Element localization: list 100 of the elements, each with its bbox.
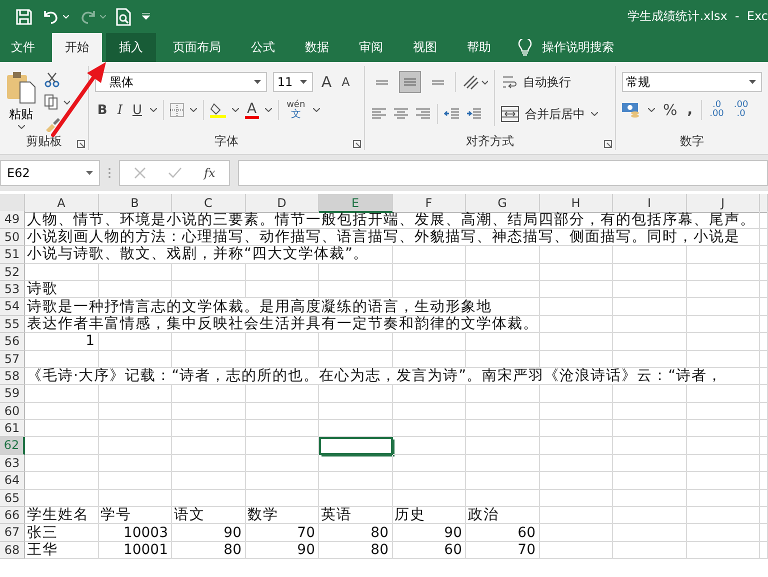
empty-cell[interactable] [540,524,613,542]
empty-cell[interactable] [246,437,319,455]
empty-cell[interactable] [392,280,466,298]
lightbulb-icon[interactable] [518,38,532,56]
empty-cell[interactable] [686,420,760,438]
caret-icon[interactable] [86,171,93,175]
row-header[interactable]: 57 [0,350,25,368]
percent-button[interactable]: % [661,101,680,119]
align-left-icon[interactable] [370,107,387,121]
row-header[interactable]: 52 [0,264,25,281]
caret-icon[interactable] [313,108,320,112]
caret-icon[interactable] [18,125,24,129]
empty-cell[interactable] [246,472,319,490]
empty-cell[interactable] [466,420,540,438]
empty-cell[interactable] [98,385,172,403]
empty-cell[interactable] [540,542,613,560]
caret-icon[interactable] [749,80,756,84]
empty-cell[interactable] [760,542,768,560]
empty-cell[interactable] [172,437,246,455]
empty-cell[interactable] [466,280,540,298]
column-header[interactable]: J [686,194,760,213]
empty-cell[interactable] [98,420,172,438]
ribbon-tab[interactable]: 视图 [400,33,450,62]
empty-cell[interactable] [98,454,172,472]
ribbon-tab[interactable]: 文件 [0,33,48,62]
empty-cell[interactable] [540,350,613,368]
empty-cell[interactable] [686,246,760,264]
text-orientation-icon[interactable] [462,74,488,90]
empty-cell[interactable] [172,333,246,351]
save-icon[interactable] [16,8,32,24]
underline-button[interactable]: U [130,102,144,118]
empty-cell[interactable] [760,368,768,386]
row-header[interactable]: 54 [0,298,25,316]
borders-icon[interactable] [170,103,184,117]
empty-cell[interactable] [760,246,768,264]
empty-cell[interactable] [760,316,768,334]
empty-cell[interactable] [540,420,613,438]
row-header[interactable]: 56 [0,333,25,351]
dialog-launcher-icon[interactable] [352,140,361,148]
empty-cell[interactable] [686,402,760,420]
empty-cell[interactable] [466,402,540,420]
phonetic-guide-button[interactable]: wén 文 [284,100,308,120]
empty-cell[interactable] [686,280,760,298]
empty-cell[interactable] [246,264,319,281]
active-cell[interactable] [319,437,392,455]
empty-cell[interactable] [319,402,392,420]
caret-icon[interactable] [300,80,308,84]
empty-cell[interactable] [172,350,246,368]
column-header[interactable]: H [540,194,613,213]
row-header[interactable]: 67 [0,524,25,542]
empty-cell[interactable] [540,402,613,420]
italic-button[interactable]: I [115,102,124,118]
empty-cell[interactable] [540,280,613,298]
paste-icon[interactable] [6,70,36,104]
print-preview-icon[interactable] [116,8,132,26]
empty-cell[interactable] [392,264,466,281]
empty-cell[interactable] [613,333,686,351]
empty-cell[interactable] [686,333,760,351]
empty-cell[interactable] [319,420,392,438]
empty-cell[interactable] [172,264,246,281]
wrap-text-icon[interactable] [500,74,517,90]
decrease-indent-icon[interactable] [444,107,460,121]
empty-cell[interactable] [246,280,319,298]
row-header[interactable]: 50 [0,228,25,246]
empty-cell[interactable] [392,454,466,472]
redo-icon[interactable] [79,8,97,24]
empty-cell[interactable] [540,264,613,281]
empty-cell[interactable] [760,420,768,438]
empty-cell[interactable] [613,507,686,524]
empty-cell[interactable] [98,402,172,420]
row-header[interactable]: 61 [0,420,25,438]
empty-cell[interactable] [613,246,686,264]
caret-icon[interactable] [648,108,655,112]
empty-cell[interactable] [246,454,319,472]
comma-button[interactable]: , [685,102,695,118]
column-header[interactable]: D [246,194,319,213]
column-header[interactable]: A [25,194,98,213]
empty-cell[interactable] [98,490,172,508]
paste-button[interactable]: 粘贴 [9,106,33,123]
empty-cell[interactable] [540,246,613,264]
empty-cell[interactable] [760,524,768,542]
caret-icon[interactable] [264,108,272,112]
empty-cell[interactable] [319,490,392,508]
bold-button[interactable]: B [95,102,110,118]
empty-cell[interactable] [686,542,760,560]
empty-cell[interactable] [466,472,540,490]
empty-cell[interactable] [540,385,613,403]
caret-icon[interactable] [190,108,197,112]
empty-cell[interactable] [760,385,768,403]
empty-cell[interactable] [392,333,466,351]
empty-cell[interactable] [172,385,246,403]
copy-icon[interactable] [44,94,70,110]
row-header[interactable]: 63 [0,454,25,472]
empty-cell[interactable] [392,490,466,508]
empty-cell[interactable] [466,246,540,264]
dialog-launcher-icon[interactable] [77,140,86,148]
empty-cell[interactable] [686,507,760,524]
empty-cell[interactable] [613,402,686,420]
empty-cell[interactable] [686,264,760,281]
empty-cell[interactable] [613,298,686,316]
